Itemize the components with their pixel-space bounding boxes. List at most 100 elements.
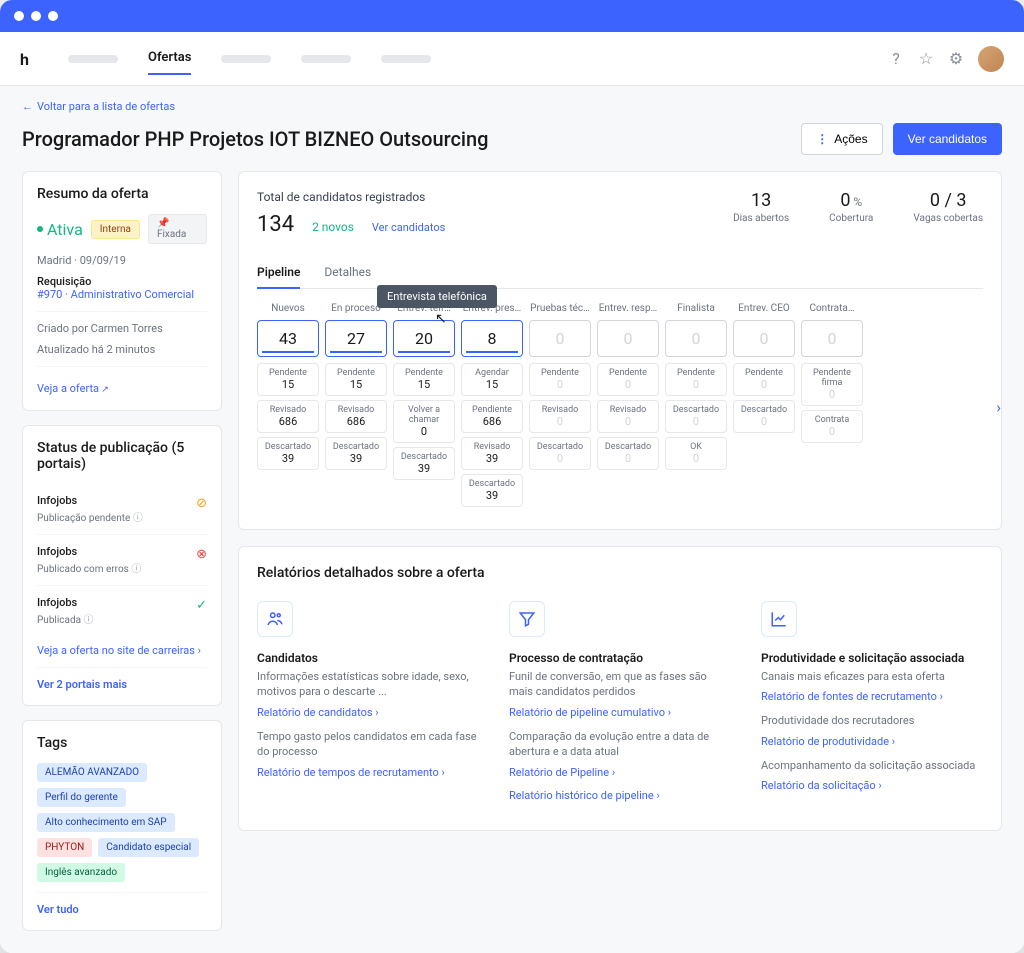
tab-pipeline[interactable]: Pipeline <box>257 257 300 289</box>
nav-item-placeholder[interactable] <box>68 55 118 63</box>
scroll-right-icon[interactable]: › <box>996 398 1001 417</box>
portal-status: Publicado com erros ⓘ <box>37 560 207 575</box>
stage-count: 0 <box>801 320 863 357</box>
window-dot[interactable] <box>14 11 24 21</box>
stage-sub: Descartado0 <box>529 437 591 470</box>
header-actions: ⋮Ações Ver candidatos <box>801 123 1002 155</box>
sidebar: Resumo da oferta Ativa Interna 📌 Fixada … <box>22 171 222 931</box>
pipeline-stage[interactable]: Entrev. resp… 0Pendente0Revisado0Descart… <box>597 303 659 511</box>
stage-sub: OK0 <box>665 437 727 470</box>
star-icon[interactable]: ☆ <box>918 51 934 67</box>
stage-sub: Descartado0 <box>597 437 659 470</box>
tag[interactable]: Alto conhecimento em SAP <box>37 813 175 832</box>
nav-tab-ofertas[interactable]: Ofertas <box>148 42 191 75</box>
tags-card: Tags ALEMÃO AVANZADO Perfil do gerente Alt… <box>22 720 222 931</box>
report-title: Produtividade e solicitação associada <box>761 651 983 665</box>
user-avatar[interactable] <box>978 46 1004 72</box>
ver-candidatos-button[interactable]: Ver candidatos <box>893 123 1002 155</box>
stage-sub: Pendente0 <box>529 363 591 396</box>
portal-name: Infojobs <box>37 494 207 507</box>
report-desc: Canais mais eficazes para esta oferta <box>761 669 983 684</box>
stage-sub: Agendar15 <box>461 363 523 396</box>
report-link[interactable]: Relatório de candidatos <box>257 706 479 719</box>
stage-name: Entrev. CEO <box>733 303 795 314</box>
report-column: Processo de contrataçãoFunil de conversã… <box>509 601 731 812</box>
funnel-icon <box>509 601 545 637</box>
window-dot[interactable] <box>31 11 41 21</box>
chart-icon <box>761 601 797 637</box>
tab-detalhes[interactable]: Detalhes <box>324 257 371 288</box>
page-header: Programador PHP Projetos IOT BIZNEO Outs… <box>22 123 1002 155</box>
total-count: 134 <box>257 212 294 237</box>
tag[interactable]: Candidato especial <box>98 838 199 857</box>
nav-item-placeholder[interactable] <box>301 55 351 63</box>
pipeline-stage[interactable]: Pruebas téc… 0Pendente0Revisado0Descarta… <box>529 303 591 511</box>
stats-card: Total de candidatos registrados 134 2 no… <box>238 171 1002 530</box>
stage-count: 43 <box>257 320 319 357</box>
stage-sub: Volver a chamar0 <box>393 400 455 443</box>
new-count: 2 novos <box>312 220 354 234</box>
report-link[interactable]: Relatório de Pipeline <box>509 766 731 779</box>
portal-status-icon: ⊘ <box>196 496 207 511</box>
report-column: CandidatosInformações estatísticas sobre… <box>257 601 479 812</box>
report-link[interactable]: Relatório da solicitação <box>761 779 983 792</box>
careers-site-link[interactable]: Veja a oferta no site de carreiras › <box>37 644 207 657</box>
pipeline-stage[interactable]: Entrev. telf… 20Pendente15Volver a chama… <box>393 303 455 511</box>
pipeline-stage[interactable]: En proceso 27Pendente15Revisado686Descar… <box>325 303 387 511</box>
tag[interactable]: Inglês avanzado <box>37 863 125 882</box>
top-nav: h Ofertas ? ☆ ⚙ <box>0 32 1024 86</box>
stage-sub: Descartado0 <box>665 400 727 433</box>
pipeline-stage[interactable]: Entrev. pres… 8Agendar15Pendiente686Revi… <box>461 303 523 511</box>
reports-title: Relatórios detalhados sobre a oferta <box>257 565 983 581</box>
tag[interactable]: Perfil do gerente <box>37 788 126 807</box>
tags-more-link[interactable]: Ver tudo <box>37 903 207 916</box>
stage-sub: Contrata0 <box>801 410 863 443</box>
view-offer-link[interactable]: Veja a oferta <box>37 382 109 395</box>
acoes-button[interactable]: ⋮Ações <box>801 123 882 155</box>
stage-sub: Descartado0 <box>733 400 795 433</box>
gear-icon[interactable]: ⚙ <box>948 51 964 67</box>
stage-count: 0 <box>597 320 659 357</box>
stage-sub: Revisado0 <box>597 400 659 433</box>
nav-item-placeholder[interactable] <box>221 55 271 63</box>
report-link[interactable]: Relatório de tempos de recrutamento <box>257 766 479 779</box>
window-dot[interactable] <box>48 11 58 21</box>
stage-count: 0 <box>665 320 727 357</box>
report-link[interactable]: Relatório de produtividade <box>761 735 983 748</box>
kpi-label: Dias abertos <box>733 213 789 224</box>
acoes-label: Ações <box>834 132 867 146</box>
nav-right: ? ☆ ⚙ <box>888 46 1004 72</box>
stats-row: Total de candidatos registrados 134 2 no… <box>257 190 983 237</box>
report-link[interactable]: Relatório de fontes de recrutamento <box>761 690 983 703</box>
tag[interactable]: PHYTON <box>37 838 92 857</box>
portal-status-icon: ⊗ <box>196 547 207 562</box>
pipeline-stage[interactable]: Nuevos 43Pendente15Revisado686Descartado… <box>257 303 319 511</box>
tag[interactable]: ALEMÃO AVANZADO <box>37 763 147 782</box>
report-title: Candidatos <box>257 651 479 665</box>
help-icon[interactable]: ? <box>888 51 904 67</box>
report-link[interactable]: Relatório histórico de pipeline <box>509 789 731 802</box>
titlebar <box>0 0 1024 32</box>
stage-sub: Revisado686 <box>257 400 319 433</box>
stats-link[interactable]: Ver candidatos <box>372 221 445 234</box>
updated-at: Atualizado há 2 minutos <box>37 343 207 356</box>
requisicao-label: Requisição <box>37 275 207 288</box>
breadcrumb-back[interactable]: ← Voltar para a lista de ofertas <box>22 100 1002 113</box>
portal-status-icon: ✓ <box>196 598 207 613</box>
stage-name: Pruebas téc… <box>529 303 591 314</box>
stage-sub: Pendiente686 <box>461 400 523 433</box>
stats-left: Total de candidatos registrados 134 2 no… <box>257 190 445 237</box>
page-title: Programador PHP Projetos IOT BIZNEO Outs… <box>22 127 489 151</box>
pipeline-stage[interactable]: Contrata… 0Pendente firma0Contrata0 <box>801 303 863 511</box>
logo[interactable]: h <box>20 50 38 68</box>
pipeline-stage[interactable]: Finalista 0Pendente0Descartado0OK0 <box>665 303 727 511</box>
requisicao-link[interactable]: #970 · Administrativo Comercial <box>37 288 207 301</box>
report-link[interactable]: Relatório de pipeline cumulativo <box>509 706 731 719</box>
stage-sub: Pendente15 <box>257 363 319 396</box>
nav-item-placeholder[interactable] <box>381 55 431 63</box>
tags-title: Tags <box>37 735 207 751</box>
report-desc: Comparação da evolução entre a data de a… <box>509 729 731 760</box>
pipeline-stage[interactable]: Entrev. CEO 0Pendente0Descartado0 <box>733 303 795 511</box>
more-portals-link[interactable]: Ver 2 portais mais <box>37 678 207 691</box>
pipeline-wrap: ↖ Nuevos 43Pendente15Revisado686Descarta… <box>257 303 983 511</box>
